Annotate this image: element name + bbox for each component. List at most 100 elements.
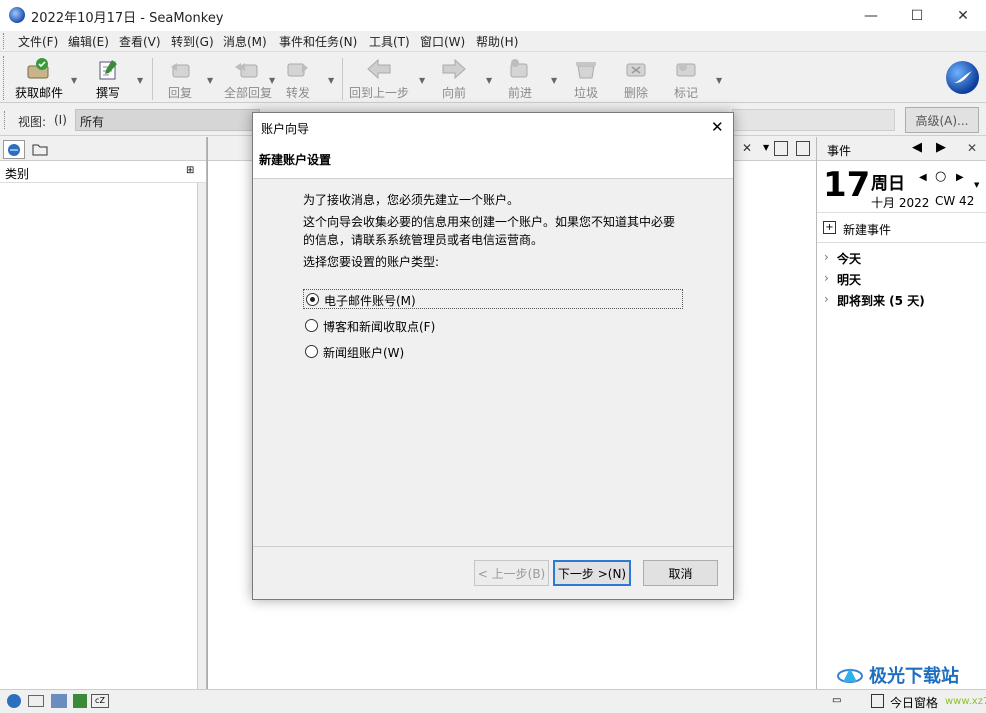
close-today-pane-icon[interactable]: ✕ (967, 141, 977, 155)
today-pane-header: 事件 ◀ ▶ ✕ (817, 137, 986, 161)
maximize-button[interactable]: ☐ (894, 0, 940, 31)
seamonkey-throbber-icon[interactable] (946, 61, 979, 94)
dialog-close-button[interactable]: ✕ (711, 118, 724, 136)
radio-newsgroup-label: 新闻组账户(W) (323, 346, 405, 360)
junk-button[interactable]: 垃圾 (566, 55, 606, 101)
back-step-label: < 上一步(B) (477, 566, 546, 581)
mail-component-icon[interactable] (28, 695, 44, 707)
dialog-title: 账户向导 (261, 122, 310, 136)
forward-nav-button[interactable]: 向前 (434, 55, 474, 101)
next-label: 前进 (507, 86, 532, 100)
radio-button-selected[interactable] (306, 293, 319, 306)
folder-tab[interactable] (30, 140, 52, 159)
irc-chat-icon[interactable]: cZ (91, 694, 109, 708)
forward-nav-dropdown-icon[interactable]: ▼ (486, 76, 492, 85)
forward-mail-dropdown-icon[interactable]: ▼ (328, 76, 334, 85)
cancel-label: 取消 (668, 566, 693, 581)
weekday: 周日 (871, 174, 905, 194)
today-pane-toggle[interactable]: 今日窗格 (890, 694, 938, 711)
reply-icon (167, 58, 193, 80)
browser-globe-icon[interactable] (7, 694, 21, 708)
prev-pane-arrow-icon[interactable]: ◀ (912, 140, 922, 155)
get-mail-dropdown-icon[interactable]: ▼ (71, 76, 77, 85)
column-picker-icon[interactable]: ⊞ (186, 165, 194, 176)
get-mail-button[interactable]: 获取邮件 (10, 55, 68, 101)
next-pane-arrow-icon[interactable]: ▶ (936, 140, 946, 155)
next-dropdown-icon[interactable]: ▼ (551, 76, 557, 85)
menu-window[interactable]: 窗口(W) (420, 33, 465, 50)
reply-label: 回复 (167, 86, 192, 100)
address-book-icon[interactable] (73, 694, 87, 708)
next-step-button[interactable]: 下一步 >(N) (553, 560, 631, 586)
compose-dropdown-icon[interactable]: ▼ (137, 76, 143, 85)
menu-tools[interactable]: 工具(T) (369, 33, 410, 50)
account-wizard-dialog: 账户向导 ✕ 新建账户设置 为了接收消息，您必须先建立一个账户。 这个向导会收集… (252, 112, 734, 600)
view-select[interactable]: 所有 (75, 109, 260, 131)
reply-dropdown-icon[interactable]: ▼ (207, 76, 213, 85)
radio-newsgroup[interactable]: 新闻组账户(W) (303, 342, 683, 362)
delete-button[interactable]: 删除 (616, 55, 656, 101)
menu-help[interactable]: 帮助(H) (476, 33, 518, 50)
composer-icon[interactable] (51, 694, 67, 708)
mark-button[interactable]: 标记 (666, 55, 706, 101)
next-button[interactable]: 前进 (500, 55, 540, 101)
reply-all-button[interactable]: 全部回复 (220, 55, 276, 101)
mini-day-dropdown-icon[interactable]: ▼ (974, 181, 979, 189)
toolbar-grip[interactable] (3, 56, 6, 100)
radio-blog-feeds[interactable]: 博客和新闻收取点(F) (303, 316, 683, 336)
menu-view[interactable]: 查看(V) (119, 33, 161, 50)
category-pane: 类别 ⊞ (0, 137, 207, 689)
tasks-icon[interactable] (796, 141, 810, 156)
intro-line-2: 这个向导会收集必要的信息用来创建一个账户。如果您不知道其中必要 (303, 215, 676, 229)
reply-all-dropdown-icon[interactable]: ▼ (269, 76, 275, 85)
forward-mail-label: 转发 (285, 86, 310, 100)
quick-search-input[interactable] (732, 109, 895, 131)
back-button[interactable]: 回到上一步 (346, 55, 412, 101)
menu-message[interactable]: 消息(M) (223, 33, 267, 50)
mail-tab[interactable] (3, 140, 25, 159)
category-column-header[interactable]: 类别 ⊞ (0, 161, 206, 183)
radio-button[interactable] (305, 345, 318, 358)
status-bar: cZ ▭ 今日窗格 www.xz7.com (0, 689, 986, 713)
reply-button[interactable]: 回复 (158, 55, 202, 101)
watermark-text: 极光下载站 (869, 666, 959, 687)
title-bar: 2022年10月17日 - SeaMonkey — ☐ ✕ (0, 0, 986, 31)
compose-button[interactable]: 撰写 (86, 55, 130, 101)
today-circle-icon[interactable]: ○ (935, 169, 946, 184)
new-event-button[interactable]: + 新建事件 (817, 215, 986, 243)
menubar-grip[interactable] (3, 33, 6, 49)
pane-splitter[interactable] (197, 183, 206, 689)
dialog-title-bar: 账户向导 ✕ (253, 113, 733, 143)
menu-file[interactable]: 文件(F) (18, 33, 58, 50)
window-title: 2022年10月17日 - SeaMonkey (31, 11, 224, 26)
delete-label: 删除 (623, 86, 648, 100)
radio-button[interactable] (305, 319, 318, 332)
cancel-button[interactable]: 取消 (643, 560, 718, 586)
prev-day-icon[interactable]: ◀ (919, 172, 927, 183)
tab-dropdown-icon[interactable]: ▼ (763, 143, 769, 152)
pane-tabs (0, 137, 206, 161)
back-dropdown-icon[interactable]: ▼ (419, 76, 425, 85)
radio-email-account[interactable]: 电子邮件账号(M) (303, 289, 683, 309)
agenda-group-upcoming[interactable]: › 即将到来 (5 天) (817, 289, 986, 311)
back-step-button[interactable]: < 上一步(B) (474, 560, 549, 586)
reply-all-label: 全部回复 (223, 86, 272, 100)
menu-edit[interactable]: 编辑(E) (68, 33, 109, 50)
next-day-icon[interactable]: ▶ (956, 172, 964, 183)
advanced-search-button[interactable]: 高级(A)... (905, 107, 979, 133)
agenda-group-today[interactable]: › 今天 (817, 247, 986, 269)
minimize-button[interactable]: — (848, 0, 894, 31)
close-tab-icon[interactable]: ✕ (742, 141, 752, 155)
calendar-icon[interactable] (774, 141, 788, 156)
toolbar-separator (152, 58, 153, 100)
menu-go[interactable]: 转到(G) (171, 33, 214, 50)
agenda-group-tomorrow[interactable]: › 明天 (817, 268, 986, 290)
today-pane: 事件 ◀ ▶ ✕ 17 周日 ◀ ○ ▶ ▼ 十月 2022 CW 42 + 新… (816, 137, 986, 689)
reply-all-icon (235, 58, 261, 80)
forward-mail-button[interactable]: 转发 (280, 55, 316, 101)
viewbar-grip[interactable] (4, 111, 7, 129)
menu-events-tasks[interactable]: 事件和任务(N) (279, 33, 357, 50)
expand-chevron-icon: › (824, 292, 829, 306)
close-button[interactable]: ✕ (940, 0, 986, 31)
mark-dropdown-icon[interactable]: ▼ (716, 76, 722, 85)
